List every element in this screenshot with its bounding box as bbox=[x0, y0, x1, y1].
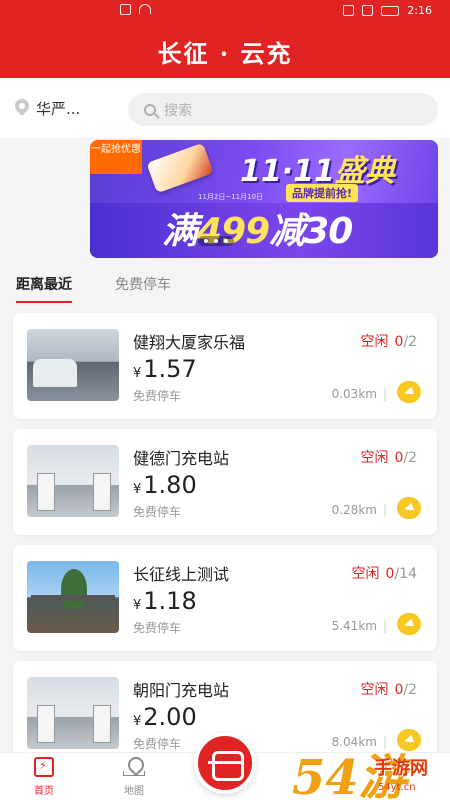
station-card[interactable]: 健翔大厦家乐福 ¥1.57 免费停车 空闲 0/2 0.03km | bbox=[13, 313, 437, 419]
parking-label: 免费停车 bbox=[133, 505, 182, 519]
status-word: 空闲 bbox=[351, 566, 380, 582]
charger-home-icon bbox=[34, 757, 54, 777]
navigate-button[interactable] bbox=[397, 497, 421, 519]
navigate-button[interactable] bbox=[397, 381, 421, 403]
station-price: ¥1.57 bbox=[133, 355, 197, 383]
station-distance: 0.28km | bbox=[332, 503, 387, 517]
wifi-icon bbox=[139, 4, 151, 14]
location-selector[interactable]: 华严... bbox=[14, 98, 80, 119]
tabbar-map-label: 地图 bbox=[124, 786, 144, 797]
tab-nearest[interactable]: 距离最近 bbox=[16, 274, 72, 303]
map-pin-icon bbox=[123, 757, 145, 777]
location-pin-icon bbox=[14, 99, 30, 119]
status-bar: 2:16 bbox=[0, 0, 450, 22]
banner-subtitle: 品牌提前抢! bbox=[286, 184, 359, 202]
app-title: 长征 · 云充 bbox=[157, 39, 293, 68]
tabbar-home[interactable]: 首页 bbox=[14, 757, 74, 797]
carousel-indicator[interactable] bbox=[198, 236, 234, 246]
banner-tag: 一起抢优惠 bbox=[90, 140, 142, 174]
currency-symbol: ¥ bbox=[133, 598, 142, 613]
availability: 空闲 0/14 bbox=[352, 563, 417, 583]
station-distance: 5.41km | bbox=[332, 619, 387, 633]
distance-separator: | bbox=[382, 619, 387, 633]
availability: 空闲 0/2 bbox=[360, 447, 417, 467]
currency-symbol: ¥ bbox=[133, 366, 142, 381]
station-card[interactable]: 长征线上测试 ¥1.18 免费停车 空闲 0/14 5.41km | bbox=[13, 545, 437, 651]
status-word: 空闲 bbox=[360, 682, 389, 698]
search-icon bbox=[144, 103, 156, 116]
station-photo bbox=[27, 329, 119, 401]
top-bar: 华严... 搜索 bbox=[0, 78, 450, 138]
watermark-url: 54yt.cn bbox=[378, 782, 416, 793]
availability: 空闲 0/2 bbox=[360, 331, 417, 351]
currency-symbol: ¥ bbox=[133, 714, 142, 729]
parking-label: 免费停车 bbox=[133, 737, 182, 751]
status-word: 空闲 bbox=[360, 334, 389, 350]
price-value: 1.18 bbox=[143, 587, 197, 615]
station-photo bbox=[27, 677, 119, 749]
distance-separator: | bbox=[382, 503, 387, 517]
search-placeholder: 搜索 bbox=[164, 102, 192, 119]
station-name: 长征线上测试 bbox=[133, 565, 230, 584]
navigate-button[interactable] bbox=[397, 613, 421, 635]
station-card[interactable]: 健德门充电站 ¥1.80 免费停车 空闲 0/2 0.28km | bbox=[13, 429, 437, 535]
location-label: 华严... bbox=[36, 100, 81, 118]
station-name: 朝阳门充电站 bbox=[133, 681, 230, 700]
total-count: /2 bbox=[403, 334, 417, 350]
price-value: 2.00 bbox=[143, 703, 197, 731]
price-value: 1.80 bbox=[143, 471, 197, 499]
tabbar-home-label: 首页 bbox=[34, 786, 54, 797]
banner-promo: 满499减30 bbox=[162, 202, 353, 254]
sim-icon bbox=[120, 4, 131, 15]
availability: 空闲 0/2 bbox=[360, 679, 417, 699]
sort-tabs: 距离最近 免费停车 bbox=[0, 268, 450, 304]
banner-promo-a: 满 bbox=[162, 211, 198, 252]
tab-free-parking[interactable]: 免费停车 bbox=[115, 274, 171, 294]
alarm-icon bbox=[343, 5, 355, 16]
banner-promo-b: 减30 bbox=[269, 211, 353, 252]
liquor-bottle-image bbox=[146, 142, 214, 194]
total-count: /14 bbox=[394, 566, 417, 582]
watermark-small: 手游网 bbox=[374, 758, 428, 779]
station-price: ¥1.80 bbox=[133, 471, 197, 499]
scan-button[interactable] bbox=[194, 732, 256, 794]
station-distance: 0.03km | bbox=[332, 387, 387, 401]
site-watermark: 54游 手游网 54yt.cn bbox=[292, 738, 450, 800]
total-count: /2 bbox=[403, 682, 417, 698]
distance-value: 0.03km bbox=[331, 387, 377, 401]
tabbar-map[interactable]: 地图 bbox=[104, 757, 164, 797]
price-value: 1.57 bbox=[143, 355, 197, 383]
status-word: 空闲 bbox=[360, 450, 389, 466]
currency-symbol: ¥ bbox=[133, 482, 142, 497]
parking-label: 免费停车 bbox=[133, 621, 182, 635]
status-time: 2:16 bbox=[407, 4, 432, 17]
station-name: 健翔大厦家乐福 bbox=[133, 333, 246, 352]
station-photo bbox=[27, 445, 119, 517]
station-photo bbox=[27, 561, 119, 633]
battery-icon bbox=[381, 5, 400, 16]
distance-separator: | bbox=[382, 387, 387, 401]
distance-value: 0.28km bbox=[331, 503, 377, 517]
banner-date: 11月2日~11月10日 bbox=[198, 193, 264, 201]
station-price: ¥1.18 bbox=[133, 587, 197, 615]
search-input[interactable]: 搜索 bbox=[128, 93, 438, 126]
distance-value: 5.41km bbox=[331, 619, 377, 633]
promo-banner[interactable]: 一起抢优惠 11·11盛典 品牌提前抢! 11月2日~11月10日 满499减3… bbox=[90, 140, 438, 258]
station-price: ¥2.00 bbox=[133, 703, 197, 731]
mute-icon bbox=[362, 5, 374, 16]
app-header: 长征 · 云充 bbox=[0, 22, 450, 78]
parking-label: 免费停车 bbox=[133, 389, 182, 403]
total-count: /2 bbox=[403, 450, 417, 466]
station-name: 健德门充电站 bbox=[133, 449, 230, 468]
